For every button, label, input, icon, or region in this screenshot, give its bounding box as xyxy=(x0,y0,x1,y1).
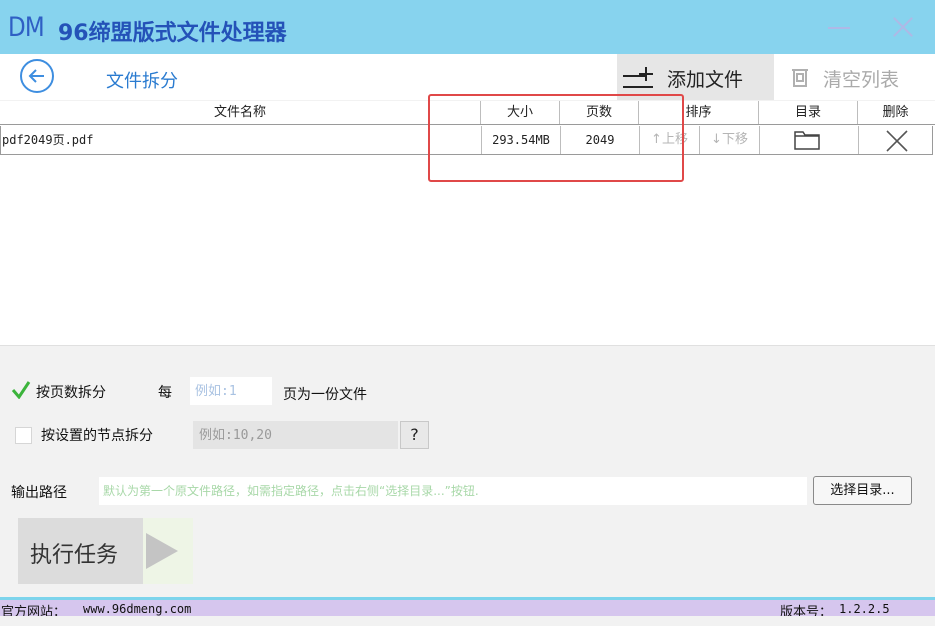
add-file-label: 添加文件 xyxy=(667,69,744,91)
minimize-button[interactable] xyxy=(810,0,870,54)
split-nodes-input[interactable] xyxy=(193,421,398,449)
file-table: 文件名称 大小 页数 排序 目录 删除 pdf2049页.pdf 293.54M… xyxy=(0,101,935,346)
add-file-button[interactable]: 添加文件 xyxy=(617,54,774,100)
move-up-button[interactable]: ↑上移 xyxy=(640,126,700,154)
column-header-size: 大小 xyxy=(481,101,560,124)
file-size-cell: 293.54MB xyxy=(482,126,561,154)
run-task-label: 执行任务 xyxy=(30,543,119,568)
split-by-nodes-checkbox[interactable] xyxy=(15,427,32,444)
file-name-cell: pdf2049页.pdf xyxy=(1,126,482,154)
add-list-icon xyxy=(623,67,653,88)
table-header: 文件名称 大小 页数 排序 目录 删除 xyxy=(0,101,935,125)
checkmark-icon[interactable] xyxy=(11,381,31,399)
help-button[interactable]: ? xyxy=(400,421,429,449)
delete-row-button[interactable] xyxy=(859,126,934,154)
column-header-directory: 目录 xyxy=(759,101,858,124)
footer-bottom-strip xyxy=(0,616,935,626)
output-path-input[interactable] xyxy=(99,477,807,505)
trash-icon xyxy=(792,69,808,87)
column-header-pages: 页数 xyxy=(560,101,639,124)
pages-per-file-input[interactable] xyxy=(190,377,272,405)
column-header-delete: 删除 xyxy=(882,105,909,120)
app-logo: DM xyxy=(8,12,45,43)
column-header-sort: 排序 xyxy=(639,101,759,124)
clear-list-button[interactable]: 清空列表 xyxy=(774,54,935,100)
move-down-button[interactable]: ↓下移 xyxy=(700,126,760,154)
back-button[interactable] xyxy=(20,59,54,93)
output-path-label: 输出路径 xyxy=(11,485,67,501)
choose-directory-button[interactable]: 选择目录... xyxy=(813,476,912,505)
page-title: 文件拆分 xyxy=(106,71,178,92)
column-header-name: 文件名称 xyxy=(0,101,481,124)
play-icon xyxy=(146,533,178,569)
run-task-button[interactable]: 执行任务 xyxy=(18,518,193,584)
table-row[interactable]: pdf2049页.pdf 293.54MB 2049 ↑上移 ↓下移 xyxy=(0,126,933,155)
folder-icon xyxy=(794,131,820,150)
split-by-pages-label[interactable]: 按页数拆分 xyxy=(36,382,106,402)
app-title: 96缔盟版式文件处理器 xyxy=(58,21,287,46)
arrow-left-icon xyxy=(28,69,44,83)
clear-list-label: 清空列表 xyxy=(823,69,900,91)
pages-per-file-suffix: 页为一份文件 xyxy=(283,387,367,403)
version-value: 1.2.2.5 xyxy=(839,602,890,616)
every-label: 每 xyxy=(158,385,172,401)
website-link[interactable]: www.96dmeng.com xyxy=(83,602,191,616)
close-icon xyxy=(886,130,908,152)
open-directory-button[interactable] xyxy=(760,126,859,154)
toolbar: 文件拆分 添加文件 清空列表 xyxy=(0,54,935,100)
close-window-button[interactable] xyxy=(872,0,932,54)
page-count-cell: 2049 xyxy=(561,126,640,154)
status-bar: 官方网站： www.96dmeng.com 版本号： 1.2.2.5 xyxy=(0,600,935,620)
title-bar: DM 96缔盟版式文件处理器 xyxy=(0,0,935,54)
split-by-nodes-label[interactable]: 按设置的节点拆分 xyxy=(41,425,153,445)
